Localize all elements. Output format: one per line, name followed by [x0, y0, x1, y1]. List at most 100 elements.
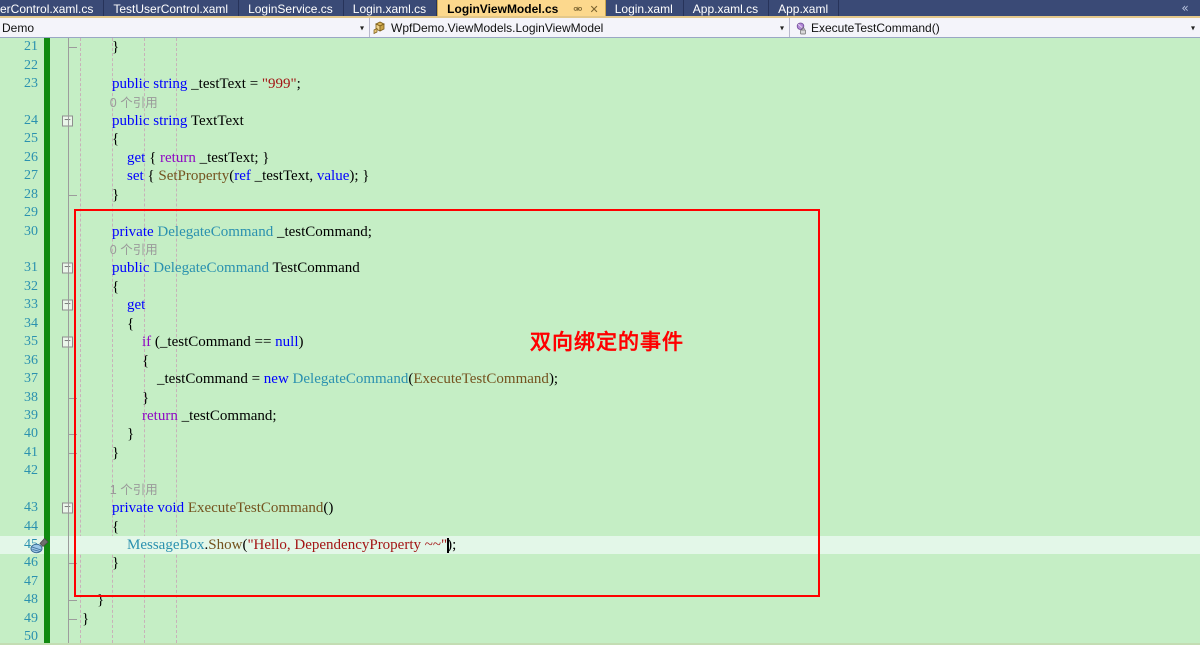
glyph-margin[interactable] — [44, 203, 58, 223]
tab-7[interactable]: App.xaml — [769, 0, 840, 16]
outlining-margin[interactable] — [58, 185, 80, 204]
code-line[interactable]: 42 — [0, 462, 1200, 481]
outlining-margin[interactable] — [58, 573, 80, 591]
code-line[interactable]: 44 { — [0, 517, 1200, 536]
outlining-margin[interactable] — [58, 388, 80, 406]
outlining-margin[interactable] — [58, 75, 80, 93]
outlining-margin[interactable] — [58, 93, 80, 111]
outlining-margin[interactable] — [58, 222, 80, 240]
code-line[interactable]: 31 − public DelegateCommand TestCommand — [0, 259, 1200, 278]
glyph-margin[interactable] — [44, 314, 58, 333]
glyph-margin[interactable] — [44, 167, 58, 186]
outlining-margin[interactable] — [58, 369, 80, 389]
code-line[interactable]: 49} — [0, 609, 1200, 628]
member-dropdown[interactable]: ExecuteTestCommand() ▾ — [790, 18, 1200, 37]
glyph-margin[interactable] — [44, 38, 58, 57]
glyph-margin[interactable] — [44, 296, 58, 315]
glyph-margin[interactable] — [44, 351, 58, 370]
tab-overflow-chevron-icon[interactable]: « — [1170, 0, 1200, 16]
glyph-margin[interactable] — [44, 259, 58, 278]
code-line[interactable]: 39 return _testCommand; — [0, 406, 1200, 426]
code-line[interactable]: 24 − public string TextText — [0, 111, 1200, 131]
glyph-margin[interactable] — [44, 148, 58, 168]
glyph-margin[interactable] — [44, 406, 58, 426]
outlining-margin[interactable]: − — [58, 296, 80, 315]
code-line[interactable]: 46 } — [0, 554, 1200, 573]
outlining-margin[interactable] — [58, 591, 80, 609]
code-line[interactable]: 29 — [0, 203, 1200, 223]
code-line[interactable]: 23 public string _testText = "999"; — [0, 74, 1200, 94]
outlining-margin[interactable]: − — [58, 499, 80, 518]
code-line[interactable]: 45 MessageBox.Show("Hello, DependencyPro… — [0, 535, 1200, 555]
outlining-margin[interactable] — [58, 314, 80, 333]
glyph-margin[interactable] — [44, 628, 58, 643]
glyph-margin[interactable] — [44, 554, 58, 573]
code-line[interactable]: 30 private DelegateCommand _testCommand; — [0, 222, 1200, 241]
project-dropdown[interactable]: Demo ▾ — [0, 18, 370, 37]
code-line[interactable]: 47 — [0, 572, 1200, 592]
outlining-margin[interactable] — [58, 56, 80, 74]
close-icon[interactable]: ✕ — [588, 4, 601, 15]
outlining-margin[interactable] — [58, 462, 80, 480]
glyph-margin[interactable] — [44, 369, 58, 389]
code-line[interactable]: 43 − private void ExecuteTestCommand() — [0, 498, 1200, 518]
outlining-margin[interactable] — [58, 351, 80, 370]
tab-2[interactable]: LoginService.cs — [239, 0, 344, 16]
outlining-margin[interactable]: − — [58, 333, 80, 352]
code-line[interactable]: 22 — [0, 56, 1200, 75]
glyph-margin[interactable] — [44, 56, 58, 75]
type-dropdown[interactable]: WpfDemo.ViewModels.LoginViewModel ▾ — [370, 18, 790, 37]
glyph-margin[interactable] — [44, 462, 58, 481]
glyph-margin[interactable] — [44, 572, 58, 592]
tab-3[interactable]: Login.xaml.cs — [343, 0, 438, 16]
outlining-margin[interactable]: − — [58, 259, 80, 278]
glyph-margin[interactable] — [44, 277, 58, 297]
outlining-margin[interactable] — [58, 204, 80, 222]
tab-1[interactable]: TestUserControl.xaml — [104, 0, 240, 16]
glyph-margin[interactable] — [44, 517, 58, 536]
outlining-margin[interactable] — [58, 535, 80, 555]
outlining-margin[interactable] — [58, 517, 80, 536]
code-line[interactable]: 38 } — [0, 388, 1200, 407]
code-line[interactable]: 50 — [0, 628, 1200, 643]
code-line[interactable]: 21 } — [0, 38, 1200, 57]
glyph-margin[interactable] — [44, 609, 58, 628]
glyph-margin[interactable] — [44, 388, 58, 407]
outlining-margin[interactable] — [58, 130, 80, 149]
tab-0[interactable]: erControl.xaml.cs — [0, 0, 105, 16]
outlining-margin[interactable] — [58, 406, 80, 426]
outlining-margin[interactable] — [58, 38, 80, 56]
tab-6[interactable]: App.xaml.cs — [683, 0, 770, 16]
glyph-margin[interactable] — [44, 240, 58, 260]
pin-icon[interactable]: ⚮ — [571, 4, 584, 15]
tab-5[interactable]: Login.xaml — [605, 0, 684, 16]
glyph-margin[interactable] — [44, 498, 58, 518]
code-line[interactable]: 33 − get — [0, 296, 1200, 315]
outlining-margin[interactable] — [58, 241, 80, 259]
outlining-margin[interactable]: − — [58, 112, 80, 131]
code-line[interactable]: 48 } — [0, 591, 1200, 610]
code-line[interactable]: 26 get { return _testText; } — [0, 148, 1200, 168]
glyph-margin[interactable] — [44, 222, 58, 241]
tab-4-active[interactable]: LoginViewModel.cs ⚮ ✕ — [437, 0, 606, 16]
code-line[interactable]: 37 _testCommand = new DelegateCommand(Ex… — [0, 369, 1200, 389]
code-line[interactable]: 0 个引用 — [0, 93, 1200, 112]
outlining-margin[interactable] — [58, 609, 80, 628]
outlining-margin[interactable] — [58, 277, 80, 297]
outlining-margin[interactable] — [58, 443, 80, 462]
code-line[interactable]: 28 } — [0, 185, 1200, 204]
code-line[interactable]: 32 { — [0, 277, 1200, 297]
glyph-margin[interactable] — [44, 480, 58, 499]
code-line[interactable]: 1 个引用 — [0, 480, 1200, 499]
glyph-margin[interactable] — [44, 111, 58, 131]
outlining-margin[interactable] — [58, 148, 80, 168]
code-line[interactable]: 27 set { SetProperty(ref _testText, valu… — [0, 167, 1200, 186]
glyph-margin[interactable] — [44, 185, 58, 204]
outlining-margin[interactable] — [58, 167, 80, 186]
code-line[interactable]: 41 } — [0, 443, 1200, 463]
outlining-margin[interactable] — [58, 554, 80, 572]
code-editor-surface[interactable]: 21 } 22 23 public string _testText = "999"… — [0, 38, 1200, 643]
outlining-margin[interactable] — [58, 425, 80, 443]
glyph-margin[interactable] — [44, 333, 58, 352]
outlining-margin[interactable] — [58, 481, 80, 499]
